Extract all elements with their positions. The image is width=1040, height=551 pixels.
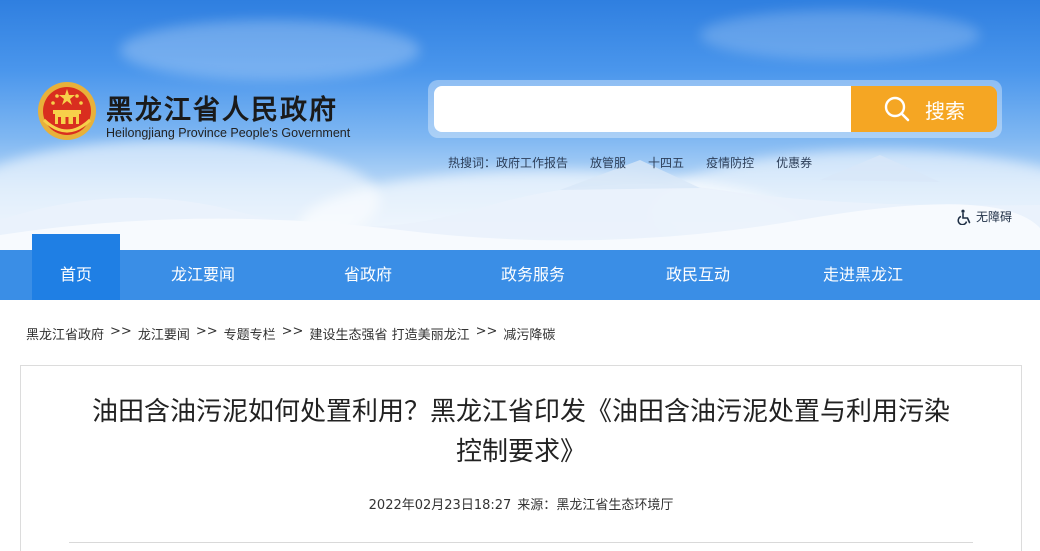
site-subtitle: Heilongjiang Province People's Governmen… (106, 126, 351, 140)
article-meta: 2022年02月23日18:27 来源：黑龙江省生态环境厅 (21, 494, 1021, 513)
hot-search-item[interactable]: 放管服 (590, 154, 626, 171)
breadcrumb-separator: >> (475, 324, 498, 339)
search-button-label: 搜索 (925, 98, 965, 123)
breadcrumb-item[interactable]: 黑龙江省政府 (26, 324, 104, 343)
article-panel: 油田含油污泥如何处置利用？黑龙江省印发《油田含油污泥处置与利用污染控制要求》 2… (20, 365, 1022, 551)
nav-item-news[interactable]: 龙江要闻 (160, 250, 246, 300)
breadcrumb-separator: >> (195, 324, 218, 339)
article-date: 2022年02月23日18:27 (368, 498, 512, 513)
article-title: 油田含油污泥如何处置利用？黑龙江省印发《油田含油污泥处置与利用污染控制要求》 (91, 397, 950, 467)
search-icon (884, 96, 910, 122)
article-source: 黑龙江省生态环境厅 (556, 498, 674, 513)
nav-item-home[interactable]: 首页 (32, 234, 120, 300)
accessibility-link[interactable]: 无障碍 (957, 208, 1012, 225)
breadcrumb-item[interactable]: 建设生态强省 打造美丽龙江 (309, 324, 469, 343)
article-divider (69, 542, 973, 543)
search-input[interactable] (434, 86, 854, 132)
breadcrumb-separator: >> (281, 324, 304, 339)
breadcrumb-item[interactable]: 龙江要闻 (138, 324, 190, 343)
accessibility-label: 无障碍 (976, 210, 1013, 224)
site-title[interactable]: 黑龙江省人民政府 (106, 88, 338, 127)
nav-item-services[interactable]: 政务服务 (488, 250, 578, 300)
nav-item-about[interactable]: 走进黑龙江 (812, 250, 914, 300)
hot-search-row: 热搜词： 政府工作报告 放管服 十四五 疫情防控 优惠券 (448, 154, 834, 171)
hot-search-label: 热搜词： (448, 156, 497, 170)
hot-search-item[interactable]: 疫情防控 (706, 154, 754, 171)
hot-search-item[interactable]: 政府工作报告 (496, 154, 568, 171)
breadcrumb-separator: >> (110, 324, 132, 339)
nav-item-government[interactable]: 省政府 (324, 250, 412, 300)
article-source-label: 来源： (517, 498, 557, 513)
hot-search-item[interactable]: 十四五 (648, 154, 684, 171)
wheelchair-icon (957, 209, 971, 225)
breadcrumb-item[interactable]: 专题专栏 (224, 324, 276, 343)
search-button[interactable]: 搜索 (851, 86, 997, 132)
breadcrumb-item[interactable]: 减污降碳 (503, 324, 555, 343)
hot-search-item[interactable]: 优惠券 (776, 154, 812, 171)
national-emblem-icon (38, 82, 96, 140)
main-nav: 首页 龙江要闻 省政府 政务服务 政民互动 走进黑龙江 (0, 234, 1040, 300)
nav-item-interaction[interactable]: 政民互动 (652, 250, 744, 300)
breadcrumb: 黑龙江省政府 >> 龙江要闻 >> 专题专栏 >> 建设生态强省 打造美丽龙江 … (26, 324, 555, 343)
